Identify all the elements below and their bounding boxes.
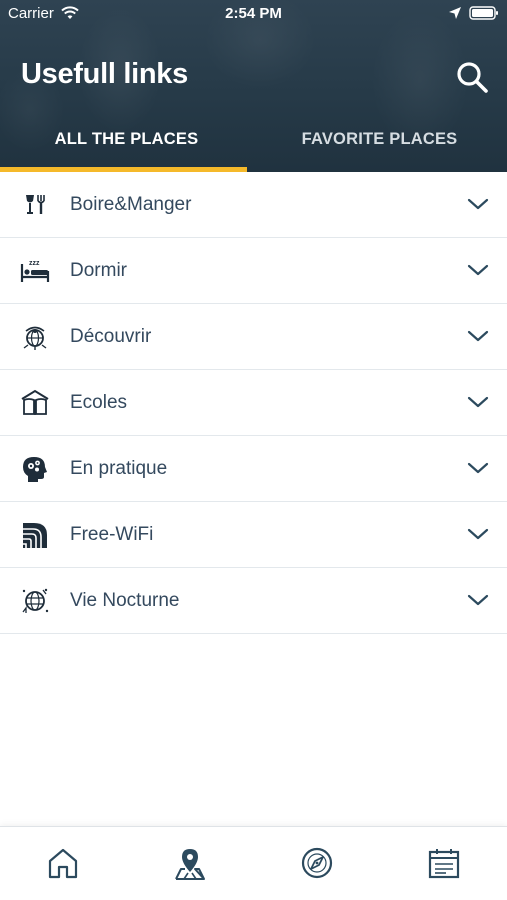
list-item-label: Free-WiFi xyxy=(70,524,154,545)
compass-icon[interactable] xyxy=(299,845,335,881)
map-pin-icon[interactable] xyxy=(172,845,208,881)
head-gears-icon xyxy=(20,454,50,484)
glass-and-fork-icon xyxy=(20,190,50,220)
status-bar: Carrier 2:54 PM xyxy=(0,0,507,28)
open-book-house-icon xyxy=(20,388,50,418)
list-item-vie-nocturne[interactable]: Vie Nocturne xyxy=(0,568,507,634)
list-item-en-pratique[interactable]: En pratique xyxy=(0,436,507,502)
bottom-tab-bar xyxy=(0,826,507,900)
chevron-down-icon[interactable] xyxy=(467,328,489,344)
list-item-label: Ecoles xyxy=(70,392,128,413)
list-item-boire-manger[interactable]: Boire&Manger xyxy=(0,172,507,238)
chevron-down-icon[interactable] xyxy=(467,460,489,476)
header: Carrier 2:54 PM Usefull links ALL THE PL… xyxy=(0,0,507,172)
clock: 2:54 PM xyxy=(225,5,282,22)
location-arrow-icon xyxy=(448,6,462,24)
list-item-label: Dormir xyxy=(70,260,127,281)
chevron-down-icon[interactable] xyxy=(467,196,489,212)
list-item-label: Vie Nocturne xyxy=(70,590,180,611)
calendar-icon[interactable] xyxy=(426,845,462,881)
list-item-label: Boire&Manger xyxy=(70,194,192,215)
bed-icon: zzz xyxy=(20,256,50,286)
svg-text:zzz: zzz xyxy=(29,260,40,267)
home-icon[interactable] xyxy=(45,845,81,881)
night-globe-icon xyxy=(20,586,50,616)
chevron-down-icon[interactable] xyxy=(467,526,489,542)
list-item-decouvrir[interactable]: Découvrir xyxy=(0,304,507,370)
chevron-down-icon[interactable] xyxy=(467,394,489,410)
list-item-label: Découvrir xyxy=(70,326,152,347)
list-item-label: En pratique xyxy=(70,458,168,479)
list-item-ecoles[interactable]: Ecoles xyxy=(0,370,507,436)
category-list: Boire&Manger zzz Dormir Découvrir Ecoles… xyxy=(0,172,507,634)
chevron-down-icon[interactable] xyxy=(467,262,489,278)
search-icon[interactable] xyxy=(455,60,489,94)
chevron-down-icon[interactable] xyxy=(467,592,489,608)
list-item-dormir[interactable]: zzz Dormir xyxy=(0,238,507,304)
globe-eye-icon xyxy=(20,322,50,352)
wifi-waves-icon xyxy=(20,520,50,550)
page-title: Usefull links xyxy=(21,58,188,90)
list-item-free-wifi[interactable]: Free-WiFi xyxy=(0,502,507,568)
battery-icon xyxy=(469,6,499,24)
tab-favorite-places[interactable]: FAVORITE PLACES xyxy=(253,130,506,152)
tab-all-places[interactable]: ALL THE PLACES xyxy=(0,130,253,152)
